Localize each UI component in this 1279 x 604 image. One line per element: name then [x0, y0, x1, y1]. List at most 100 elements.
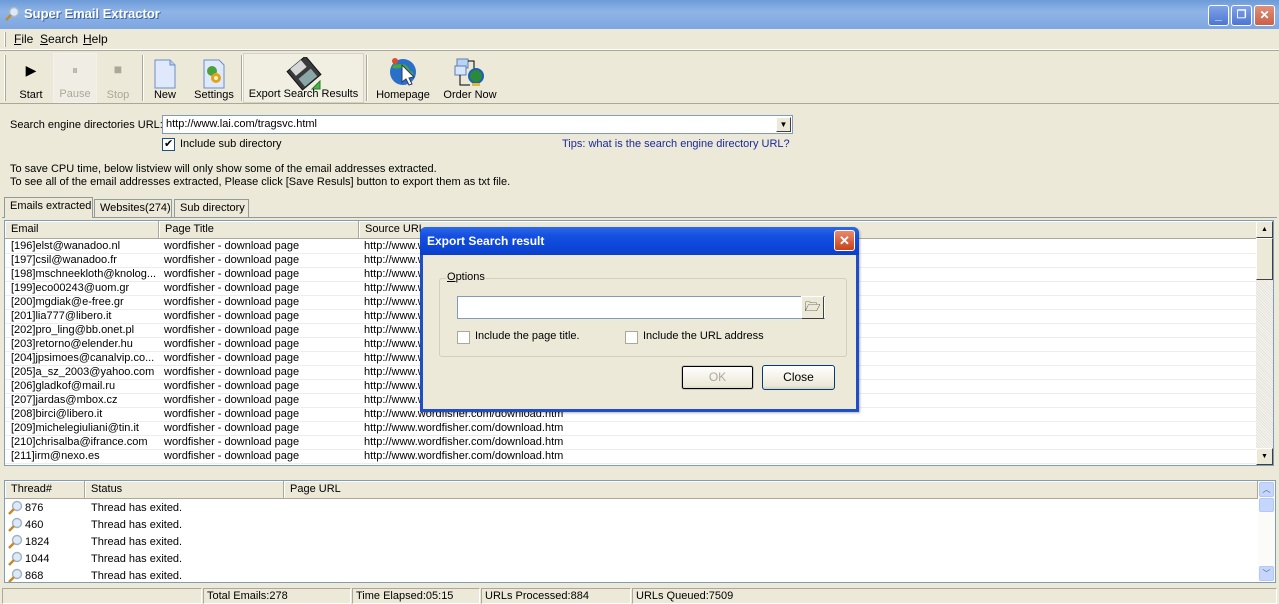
threads-vertical-scrollbar[interactable]: ︿ ﹀ [1258, 481, 1275, 582]
menu-help-accel: H [83, 32, 92, 46]
restore-button[interactable]: ❐ [1231, 5, 1252, 26]
menu-file-label: ile [21, 32, 34, 46]
scroll-up-arrow-icon[interactable]: ︿ [1259, 482, 1274, 497]
menu-search-accel: S [40, 32, 49, 46]
close-window-button[interactable]: ✕ [1254, 5, 1275, 26]
include-sub-directory-label[interactable]: Include sub directory [180, 138, 282, 150]
tab-websites[interactable]: Websites(274) [94, 199, 172, 218]
close-button[interactable]: Close [762, 365, 835, 390]
scroll-down-arrow-icon[interactable]: ﹀ [1259, 566, 1274, 581]
tips-link[interactable]: Tips: what is the search engine director… [562, 138, 790, 150]
page-title-cell: wordfisher - download page [164, 254, 300, 266]
url-value[interactable]: http://www.lai.com/tragsvc.html [166, 118, 317, 130]
stop-button[interactable]: ■ Stop [98, 53, 138, 103]
menu-file[interactable]: File [14, 32, 33, 46]
threads-listview[interactable]: Thread# Status Page URL 876 Thread has ex… [4, 480, 1276, 583]
thread-id-cell: 460 [25, 519, 44, 531]
status-urls-queued: URLs Queued:7509 [632, 588, 1277, 604]
include-page-title-label[interactable]: Include the page title. [475, 330, 580, 342]
include-page-title-checkbox[interactable] [457, 331, 470, 344]
stop-label: Stop [106, 89, 130, 101]
thread-row[interactable]: 1824 Thread has exited. [5, 534, 1257, 551]
page-title-cell: wordfisher - download page [164, 282, 300, 294]
page-title-cell: wordfisher - download page [164, 268, 300, 280]
start-button[interactable]: ▶ Start [10, 53, 52, 103]
pause-icon: ⏸ [71, 63, 79, 77]
emails-vertical-scrollbar[interactable]: ▲ ▼ [1256, 221, 1273, 465]
source-url-cell: http://www.wordfisher.com/download.htm [364, 422, 564, 434]
pause-button[interactable]: ⏸ Pause [53, 53, 97, 103]
toolbar-grip [4, 55, 6, 101]
export-search-results-button[interactable]: Export Search Results [243, 53, 364, 103]
tab-sub-directory[interactable]: Sub directory [174, 199, 249, 218]
page-title-cell: wordfisher - download page [164, 324, 300, 336]
start-label: Start [19, 89, 43, 101]
column-header-page-url[interactable]: Page URL [284, 481, 1258, 499]
include-url-address-checkbox[interactable] [625, 331, 638, 344]
page-title-cell: wordfisher - download page [164, 240, 300, 252]
status-time-elapsed: Time Elapsed:05:15 [352, 588, 480, 604]
menu-search-label: earch [48, 32, 79, 46]
globe-cursor-icon [390, 58, 416, 86]
include-url-address-label[interactable]: Include the URL address [643, 330, 764, 342]
options-group-label: Options [446, 271, 486, 283]
table-row[interactable]: [209]michelegiuliani@tin.it wordfisher - … [5, 422, 1257, 436]
minimize-button[interactable]: _ [1208, 5, 1229, 26]
menu-search[interactable]: Search [40, 32, 78, 46]
tab-emails-extracted[interactable]: Emails extracted [4, 197, 93, 218]
page-title-cell: wordfisher - download page [164, 352, 300, 364]
email-cell: [197]csil@wanadoo.fr [11, 254, 117, 266]
status-panel-empty [2, 588, 202, 604]
export-file-path-input[interactable] [457, 296, 825, 319]
thread-row[interactable]: 876 Thread has exited. [5, 500, 1257, 517]
include-sub-directory-checkbox[interactable] [162, 137, 175, 151]
scroll-up-arrow-icon[interactable]: ▲ [1256, 221, 1273, 238]
thread-row[interactable]: 460 Thread has exited. [5, 517, 1257, 534]
page-title-cell: wordfisher - download page [164, 436, 300, 448]
email-cell: [207]jardas@mbox.cz [11, 394, 118, 406]
thread-id-cell: 1824 [25, 536, 50, 548]
stop-icon: ■ [113, 61, 123, 77]
table-row[interactable]: [210]chrisalba@ifrance.com wordfisher - d… [5, 436, 1257, 450]
homepage-label: Homepage [376, 89, 430, 101]
thread-row[interactable]: 1044 Thread has exited. [5, 551, 1257, 568]
floppy-disk-icon [285, 57, 322, 91]
menu-help[interactable]: Help [83, 32, 108, 46]
dialog-close-icon[interactable]: ✕ [834, 230, 855, 251]
window-title-bar[interactable]: Super Email Extractor _ ❐ ✕ [0, 0, 1279, 29]
homepage-button[interactable]: Homepage [372, 53, 434, 103]
column-header-thread[interactable]: Thread# [5, 481, 85, 499]
thread-id-cell: 1044 [25, 553, 50, 565]
scroll-down-arrow-icon[interactable]: ▼ [1256, 448, 1273, 465]
menu-grip [4, 32, 6, 47]
column-header-status[interactable]: Status [85, 481, 284, 499]
toolbar: ▶ Start ⏸ Pause ■ Stop New Settings Expo… [0, 51, 1279, 104]
thread-row[interactable]: 868 Thread has exited. [5, 568, 1257, 582]
new-button[interactable]: New [146, 53, 184, 103]
column-header-email[interactable]: Email [5, 221, 159, 239]
info-line-1: To save CPU time, below listview will on… [10, 163, 437, 175]
ok-button[interactable]: OK [681, 365, 754, 390]
email-cell: [206]gladkof@mail.ru [11, 380, 116, 392]
email-cell: [208]birci@libero.it [11, 408, 103, 420]
browse-folder-icon[interactable]: 🗁 [801, 296, 824, 319]
magnifier-icon [8, 568, 23, 582]
column-header-page-title[interactable]: Page Title [159, 221, 359, 239]
url-label: Search engine directories URL: [10, 119, 163, 131]
url-combobox[interactable]: http://www.lai.com/tragsvc.html ▼ [162, 115, 793, 134]
scrollbar-thumb[interactable] [1256, 238, 1273, 280]
page-title-cell: wordfisher - download page [164, 450, 300, 462]
options-group: Options 🗁 Include the page title. Includ… [439, 271, 847, 357]
network-globe-icon [454, 58, 484, 86]
options-accel: O [447, 271, 456, 283]
dialog-title: Export Search result [427, 234, 545, 248]
dropdown-arrow-icon[interactable]: ▼ [776, 117, 791, 132]
email-cell: [209]michelegiuliani@tin.it [11, 422, 139, 434]
dialog-title-bar[interactable]: Export Search result ✕ [420, 227, 859, 255]
table-row[interactable]: [211]irm@nexo.es wordfisher - download pa… [5, 450, 1257, 464]
order-now-button[interactable]: Order Now [440, 53, 500, 103]
export-search-result-dialog: Export Search result ✕ Options 🗁 Include… [420, 227, 859, 412]
email-cell: [211]irm@nexo.es [11, 450, 100, 462]
settings-button[interactable]: Settings [190, 53, 238, 103]
scrollbar-thumb[interactable] [1259, 498, 1274, 512]
